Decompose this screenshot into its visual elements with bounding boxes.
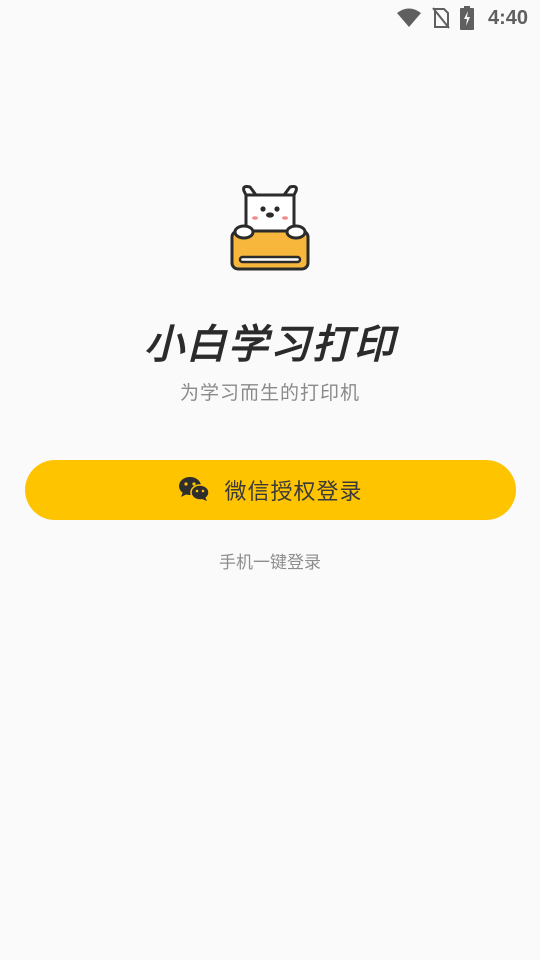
wifi-icon — [396, 8, 422, 28]
wechat-login-label: 微信授权登录 — [224, 479, 363, 504]
no-sim-icon — [432, 7, 450, 29]
status-time: 4:40 — [487, 6, 528, 29]
phone-login-link[interactable]: 手机一键登录 — [0, 548, 540, 573]
battery-charging-icon — [459, 6, 474, 30]
status-bar: 4:40 — [0, 0, 540, 36]
app-subtitle: 为学习而生的打印机 — [179, 382, 360, 404]
wechat-icon — [178, 476, 211, 505]
app-title: 小白学习打印 — [144, 322, 396, 368]
dog-printer-logo-icon — [228, 185, 312, 273]
wechat-login-button[interactable]: 微信授权登录 — [25, 460, 516, 520]
